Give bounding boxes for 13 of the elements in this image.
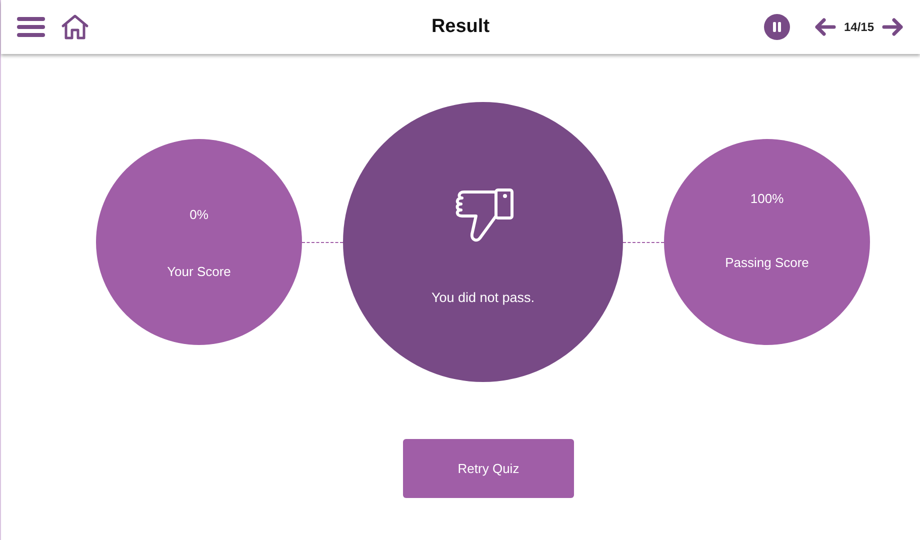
retry-button[interactable]: Retry Quiz [403, 439, 574, 498]
pause-button[interactable] [764, 14, 790, 40]
page-counter: 14/15 [844, 19, 874, 36]
forward-arrow-button[interactable] [882, 18, 904, 36]
page-title: Result [431, 16, 490, 37]
score-label: Passing Score [725, 254, 809, 272]
score-value: 100% [750, 190, 784, 208]
back-arrow-button[interactable] [814, 18, 836, 36]
home-button[interactable] [61, 14, 89, 40]
score-label: Your Score [167, 262, 231, 280]
result-message: You did not pass. [431, 289, 535, 307]
menu-button[interactable] [17, 16, 45, 38]
score-value: 0% [190, 206, 208, 224]
